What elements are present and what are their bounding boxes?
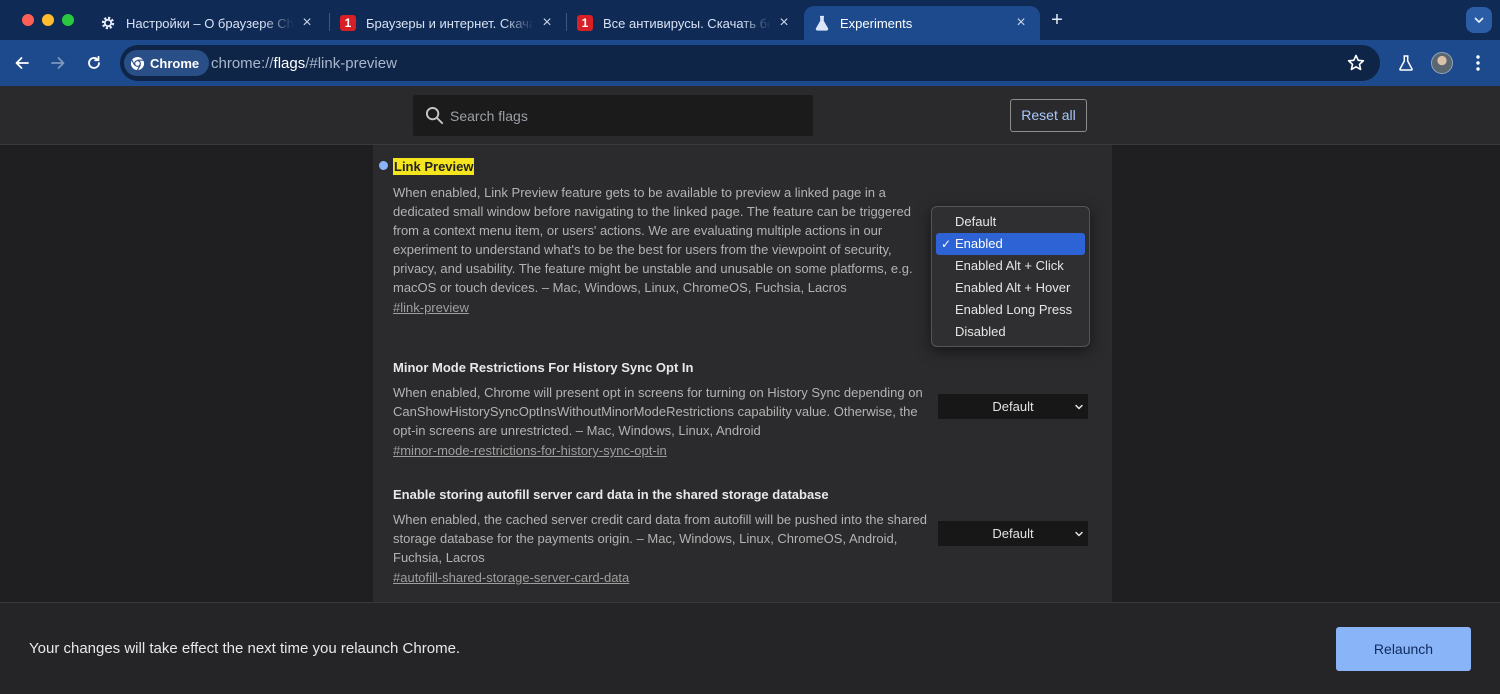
option-label: Enabled [955, 236, 1003, 251]
reload-icon [88, 55, 100, 69]
menu-button[interactable] [1466, 51, 1490, 75]
flag-permalink[interactable]: #minor-mode-restrictions-for-history-syn… [393, 443, 667, 458]
close-window-button[interactable] [22, 14, 34, 26]
tab-settings[interactable]: Настройки – О браузере Chrome × [90, 6, 326, 40]
profile-avatar[interactable] [1431, 52, 1453, 74]
tab-search-button[interactable] [1466, 7, 1492, 33]
flags-header: Reset all [0, 86, 1500, 145]
tab-antivirus[interactable]: 1 Все антивирусы. Скачать бесплатно × [567, 6, 803, 40]
minimize-window-button[interactable] [42, 14, 54, 26]
select-value: Default [992, 526, 1034, 541]
tab-title: Настройки – О браузере Chrome [126, 15, 294, 31]
flask-icon [815, 15, 829, 31]
arrow-right-icon [51, 57, 65, 69]
close-icon[interactable]: × [538, 14, 556, 32]
relaunch-button[interactable]: Relaunch [1336, 627, 1471, 671]
flag-options-dropdown: Default ✓ Enabled Enabled Alt + Click Ena… [931, 206, 1090, 347]
labs-button[interactable] [1394, 51, 1418, 75]
dropdown-option-disabled[interactable]: Disabled [936, 321, 1085, 343]
dropdown-option-enabled-alt-click[interactable]: Enabled Alt + Click [936, 255, 1085, 277]
flag-select[interactable]: Default [938, 521, 1088, 546]
flag-title: Link Preview [393, 158, 475, 175]
tab-strip: Настройки – О браузере Chrome × 1 Браузе… [0, 0, 1500, 40]
flag-autofill-shared-storage: Enable storing autofill server card data… [393, 486, 933, 587]
maximize-window-button[interactable] [62, 14, 74, 26]
kebab-menu-icon [1476, 55, 1480, 71]
bookmark-star-icon[interactable] [1346, 53, 1366, 73]
site-info-chip[interactable]: Chrome [124, 50, 210, 76]
close-icon[interactable]: × [1012, 14, 1030, 32]
tab-title: Все антивирусы. Скачать бесплатно [603, 15, 771, 31]
chevron-down-icon [1474, 17, 1484, 23]
flag-select[interactable]: Default [938, 394, 1088, 419]
dropdown-option-default[interactable]: Default [936, 211, 1085, 233]
dropdown-option-enabled-alt-hover[interactable]: Enabled Alt + Hover [936, 277, 1085, 299]
dropdown-option-enabled[interactable]: ✓ Enabled [936, 233, 1085, 255]
site-info-label: Chrome [150, 55, 200, 71]
flag-description: When enabled, Chrome will present opt in… [393, 385, 923, 438]
url-path: /#link-preview [305, 55, 397, 72]
flag-description: When enabled, Link Preview feature gets … [393, 185, 913, 295]
close-icon[interactable]: × [298, 14, 316, 32]
address-bar[interactable]: Chrome chrome://flags/#link-preview [120, 45, 1380, 81]
flag-permalink[interactable]: #link-preview [393, 300, 469, 315]
tab-title: Браузеры и интернет. Скачать [366, 15, 534, 31]
dropdown-option-enabled-long-press[interactable]: Enabled Long Press [936, 299, 1085, 321]
flag-minor-mode-restrictions: Minor Mode Restrictions For History Sync… [393, 359, 933, 460]
back-button[interactable] [10, 51, 34, 75]
flag-title: Enable storing autofill server card data… [393, 487, 829, 502]
search-box[interactable] [413, 95, 813, 136]
url-text[interactable]: chrome://flags/#link-preview [211, 55, 397, 72]
gear-icon [101, 16, 115, 30]
relaunch-bar: Your changes will take effect the next t… [0, 602, 1500, 694]
search-input[interactable] [450, 95, 800, 136]
tab-title: Experiments [840, 15, 913, 31]
flag-permalink[interactable]: #autofill-shared-storage-server-card-dat… [393, 570, 629, 585]
option-label: Default [955, 214, 997, 229]
flask-icon [1399, 55, 1413, 71]
chrome-logo-icon [130, 56, 145, 70]
flag-description: When enabled, the cached server credit c… [393, 512, 928, 565]
url-prefix: chrome:// [211, 55, 274, 72]
forward-button[interactable] [46, 51, 70, 75]
url-host: flags [273, 55, 306, 72]
reload-button[interactable] [82, 51, 106, 75]
select-value: Default [992, 399, 1034, 414]
chevron-down-icon [1075, 531, 1083, 537]
reset-all-button[interactable]: Reset all [1010, 99, 1087, 132]
browser-toolbar: Chrome chrome://flags/#link-preview [0, 40, 1500, 86]
flag-link-preview: Link Preview When enabled, Link Preview … [393, 158, 933, 317]
option-label: Enabled Alt + Click [955, 258, 1064, 273]
option-label: Enabled Alt + Hover [955, 280, 1071, 295]
option-label: Disabled [955, 324, 1006, 339]
modified-indicator [379, 161, 388, 170]
tab-experiments[interactable]: Experiments × [804, 6, 1040, 40]
checkmark-icon: ✓ [941, 237, 952, 251]
chevron-down-icon [1075, 404, 1083, 410]
option-label: Enabled Long Press [955, 302, 1073, 317]
new-tab-button[interactable]: + [1046, 10, 1068, 32]
flag-title: Minor Mode Restrictions For History Sync… [393, 360, 694, 375]
relaunch-message: Your changes will take effect the next t… [29, 640, 461, 657]
search-icon [425, 106, 444, 125]
site-favicon-icon: 1 [340, 15, 356, 31]
close-icon[interactable]: × [775, 14, 793, 32]
site-favicon-icon: 1 [577, 15, 593, 31]
arrow-left-icon [15, 57, 29, 69]
tab-browsers[interactable]: 1 Браузеры и интернет. Скачать × [330, 6, 566, 40]
